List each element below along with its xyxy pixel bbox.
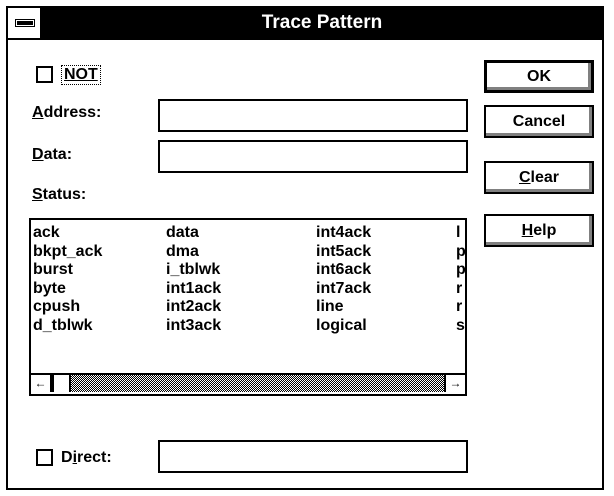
list-item[interactable]: int3ack	[166, 317, 221, 336]
list-item[interactable]: r	[456, 280, 465, 299]
scroll-track[interactable]	[71, 375, 444, 392]
status-column-4: l p p r r s	[456, 224, 465, 336]
help-button[interactable]: Help	[484, 214, 594, 247]
status-column-2: data dma i_tblwk int1ack int2ack int3ack	[166, 224, 221, 335]
list-item[interactable]: cpush	[33, 298, 102, 317]
list-item[interactable]: p	[456, 261, 465, 280]
direct-input[interactable]	[158, 440, 468, 473]
address-input[interactable]	[158, 99, 468, 132]
direct-checkbox[interactable]	[36, 449, 53, 466]
scroll-left-arrow-icon[interactable]: ←	[31, 375, 52, 392]
not-label[interactable]: NOT	[61, 65, 101, 85]
list-item[interactable]: int7ack	[316, 280, 371, 299]
list-item[interactable]: int5ack	[316, 243, 371, 262]
list-item[interactable]: ack	[33, 224, 102, 243]
list-item[interactable]: r	[456, 298, 465, 317]
list-item[interactable]: int1ack	[166, 280, 221, 299]
scroll-right-arrow-icon[interactable]: →	[444, 375, 465, 392]
list-item[interactable]: p	[456, 243, 465, 262]
title-bar[interactable]: Trace Pattern	[8, 8, 602, 40]
system-menu-icon	[15, 19, 35, 27]
list-item[interactable]: data	[166, 224, 221, 243]
clear-button[interactable]: Clear	[484, 161, 594, 194]
system-menu-button[interactable]	[8, 8, 42, 38]
cancel-button[interactable]: Cancel	[484, 105, 594, 138]
list-item[interactable]: burst	[33, 261, 102, 280]
list-item[interactable]: int4ack	[316, 224, 371, 243]
horizontal-scrollbar[interactable]: ← →	[31, 373, 465, 394]
list-item[interactable]: i_tblwk	[166, 261, 221, 280]
direct-label[interactable]: Direct:	[61, 449, 112, 467]
scroll-thumb[interactable]	[52, 375, 71, 392]
list-item[interactable]: int6ack	[316, 261, 371, 280]
list-item[interactable]: bkpt_ack	[33, 243, 102, 262]
list-item[interactable]: dma	[166, 243, 221, 262]
list-item[interactable]: int2ack	[166, 298, 221, 317]
ok-button[interactable]: OK	[484, 60, 594, 93]
list-item[interactable]: line	[316, 298, 371, 317]
status-column-1: ack bkpt_ack burst byte cpush d_tblwk	[33, 224, 102, 335]
data-input[interactable]	[158, 140, 468, 173]
address-label: Address:	[32, 104, 102, 121]
trace-pattern-dialog: Trace Pattern NOT Address: Data: Status:…	[6, 6, 604, 490]
list-item[interactable]: byte	[33, 280, 102, 299]
data-label: Data:	[32, 146, 73, 163]
status-column-3: int4ack int5ack int6ack int7ack line log…	[316, 224, 371, 335]
list-item[interactable]: d_tblwk	[33, 317, 102, 336]
list-item[interactable]: l	[456, 224, 465, 243]
status-label: Status:	[32, 186, 87, 203]
status-listbox[interactable]: ack bkpt_ack burst byte cpush d_tblwk da…	[29, 218, 467, 396]
list-item[interactable]: logical	[316, 317, 371, 336]
list-item[interactable]: s	[456, 317, 465, 336]
window-title: Trace Pattern	[261, 12, 383, 33]
not-checkbox[interactable]	[36, 66, 53, 83]
